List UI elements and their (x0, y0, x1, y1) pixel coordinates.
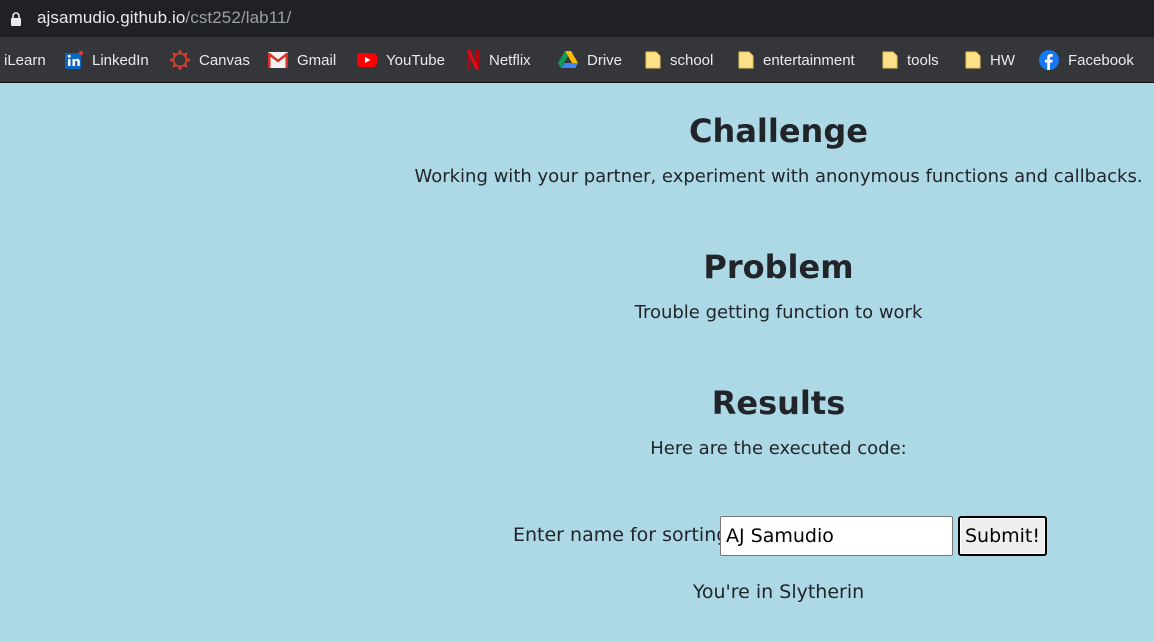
results-heading: Results (711, 384, 846, 422)
bookmark-youtube[interactable]: YouTube (357, 37, 445, 83)
bookmark-gmail[interactable]: Gmail (268, 37, 336, 83)
bookmark-folder-tools[interactable]: tools (882, 37, 939, 83)
bookmark-linkedin[interactable]: LinkedIn (65, 37, 149, 83)
bookmark-label: iLearn (4, 51, 46, 69)
folder-icon (738, 51, 754, 69)
folder-icon (882, 51, 898, 69)
bookmark-label: Netflix (489, 51, 531, 69)
bookmarks-bar: iLearn LinkedIn Canvas Gmail YouTube Net… (0, 37, 1154, 83)
name-label: Enter name for sorting: (513, 524, 735, 546)
folder-icon (645, 51, 661, 69)
bookmark-facebook[interactable]: Facebook (1039, 37, 1134, 83)
name-input[interactable] (720, 516, 953, 556)
url-path: /cst252/lab11/ (185, 8, 292, 27)
bookmark-label: school (670, 51, 714, 69)
youtube-icon (357, 53, 377, 67)
submit-button[interactable]: Submit! (958, 516, 1047, 556)
drive-icon (558, 51, 578, 68)
bookmark-label: entertainment (763, 51, 855, 69)
netflix-icon (467, 50, 479, 70)
sorting-form: Enter name for sorting: Submit! (403, 516, 1154, 556)
problem-text: Trouble getting function to work (634, 302, 923, 323)
bookmark-label: Facebook (1068, 51, 1134, 69)
gmail-icon (268, 52, 288, 68)
facebook-icon (1039, 50, 1059, 70)
challenge-heading: Challenge (689, 112, 868, 150)
bookmark-label: tools (907, 51, 939, 69)
lock-icon (11, 12, 21, 26)
challenge-text: Working with your partner, experiment wi… (414, 166, 1143, 187)
results-text: Here are the executed code: (650, 438, 907, 459)
linkedin-icon (65, 51, 83, 69)
url-host: ajsamudio.github.io (37, 8, 186, 27)
bookmark-folder-entertainment[interactable]: entertainment (738, 37, 855, 83)
page-content: Challenge Working with your partner, exp… (0, 83, 1154, 642)
bookmark-netflix[interactable]: Netflix (466, 37, 531, 83)
bookmark-canvas[interactable]: Canvas (170, 37, 250, 83)
bookmark-label: YouTube (386, 51, 445, 69)
bookmark-folder-hw[interactable]: HW (965, 37, 1015, 83)
url-text[interactable]: ajsamudio.github.io/cst252/lab11/ (37, 8, 291, 28)
bookmark-label: Gmail (297, 51, 337, 69)
bookmark-label: LinkedIn (92, 51, 149, 69)
bookmark-folder-school[interactable]: school (645, 37, 713, 83)
sorting-result: You're in Slytherin (692, 581, 865, 603)
bookmark-ilearn[interactable]: iLearn (4, 37, 46, 83)
canvas-icon (170, 50, 190, 70)
address-bar[interactable]: ajsamudio.github.io/cst252/lab11/ (0, 0, 1154, 37)
bookmark-label: Drive (587, 51, 623, 69)
folder-icon (965, 51, 981, 69)
bookmark-label: HW (990, 51, 1015, 69)
bookmark-drive[interactable]: Drive (558, 37, 622, 83)
problem-heading: Problem (703, 248, 854, 286)
bookmark-label: Canvas (199, 51, 250, 69)
